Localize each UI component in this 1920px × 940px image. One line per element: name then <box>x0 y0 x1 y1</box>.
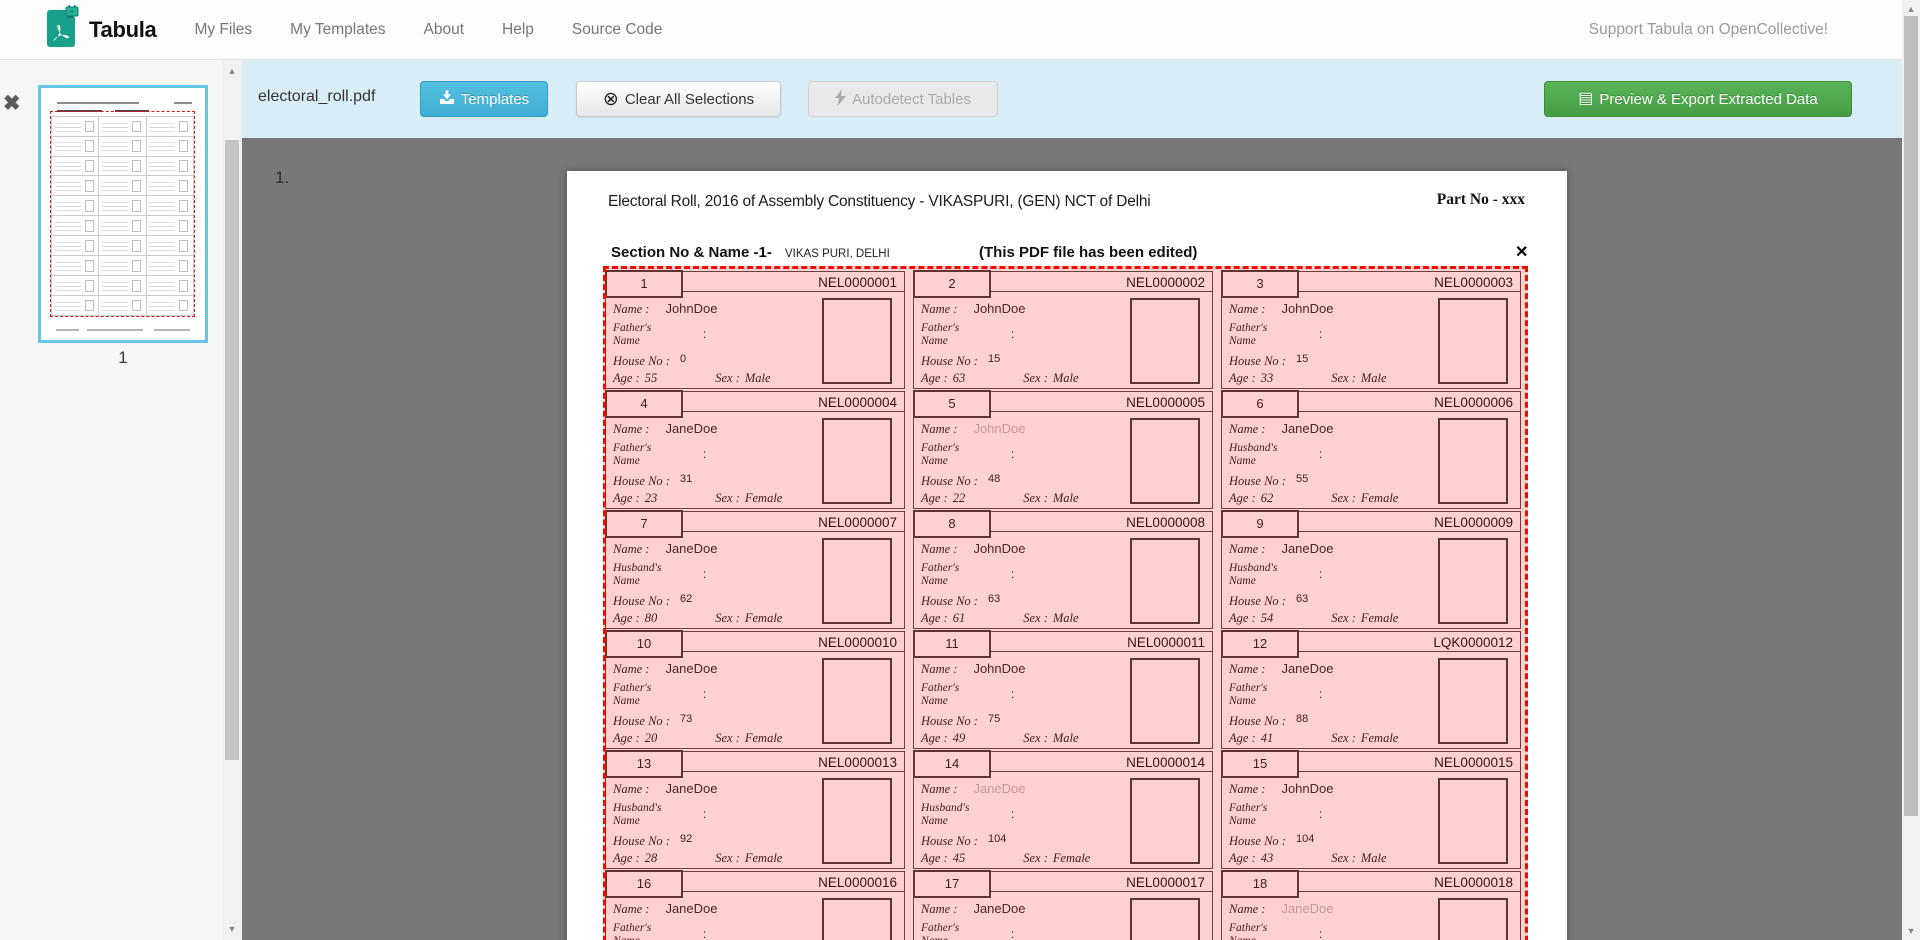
page-index-label: 1. <box>275 168 289 188</box>
templates-icon <box>439 90 455 109</box>
thumb-partno-bar <box>174 102 192 104</box>
remove-page-icon[interactable]: ✖ <box>3 93 21 114</box>
nav-links: My Files My Templates About Help Source … <box>194 21 662 39</box>
clear-all-selections-button[interactable]: ⊗ Clear All Selections <box>576 81 781 117</box>
scroll-down-arrow-icon[interactable]: ▼ <box>1902 926 1920 936</box>
toolbar: electoral_roll.pdf Templates ⊗ Clear All… <box>242 60 1902 138</box>
nav-item-my-templates[interactable]: My Templates <box>290 21 385 39</box>
page-thumbnail[interactable] <box>38 85 208 343</box>
templates-button[interactable]: Templates <box>420 81 548 117</box>
selection-delete-icon[interactable]: ✕ <box>1515 245 1528 261</box>
pdf-part-number: Part No - xxx <box>1437 191 1525 209</box>
pdf-workspace: 1. Electoral Roll, 2016 of Assembly Cons… <box>242 138 1902 940</box>
preview-export-button[interactable]: ▤ Preview & Export Extracted Data <box>1544 81 1852 117</box>
autodetect-tables-button-disabled[interactable]: Autodetect Tables <box>808 81 998 117</box>
document-filename: electoral_roll.pdf <box>258 88 375 106</box>
thumb-title-bar <box>57 102 139 104</box>
scroll-up-arrow-icon[interactable]: ▲ <box>222 66 242 76</box>
top-navbar: Tabula My Files My Templates About Help … <box>0 0 1920 60</box>
circle-x-icon: ⊗ <box>603 90 619 109</box>
clear-button-label: Clear All Selections <box>625 91 754 108</box>
pdf-title: Electoral Roll, 2016 of Assembly Constit… <box>608 193 1151 211</box>
thumb-footer-bar <box>154 329 190 331</box>
thumbnail-page-preview <box>41 88 205 340</box>
thumb-footer-bar <box>56 329 79 331</box>
export-button-label: Preview & Export Extracted Data <box>1599 91 1817 108</box>
edited-note: (This PDF file has been edited) <box>979 244 1197 261</box>
pdf-page-1[interactable]: Electoral Roll, 2016 of Assembly Constit… <box>567 171 1567 940</box>
thumbnail-selection-outline <box>50 111 195 316</box>
nav-item-about[interactable]: About <box>424 21 465 39</box>
page-scrollbar-thumb[interactable] <box>1904 16 1918 816</box>
tabula-app: Tabula My Files My Templates About Help … <box>0 0 1920 940</box>
nav-item-my-files[interactable]: My Files <box>194 21 252 39</box>
brand-name: Tabula <box>89 17 156 43</box>
page-thumbnail-sidebar: ✖ 1 ▲ ▼ <box>0 60 242 940</box>
nav-item-help[interactable]: Help <box>502 21 534 39</box>
brand[interactable]: Tabula <box>44 5 156 54</box>
section-name: VIKAS PURI, DELHI <box>785 248 890 260</box>
sidebar-scrollbar-thumb[interactable] <box>225 140 239 760</box>
scroll-down-arrow-icon[interactable]: ▼ <box>222 924 242 934</box>
page-scrollbar[interactable]: ▲ ▼ <box>1902 0 1920 940</box>
thumbnail-page-number: 1 <box>38 348 208 368</box>
section-header: Section No & Name -1- <box>611 244 772 261</box>
support-opencollective-link[interactable]: Support Tabula on OpenCollective! <box>1589 21 1828 39</box>
sidebar-scrollbar[interactable]: ▲ ▼ <box>222 60 242 940</box>
tabula-logo-icon <box>44 5 80 54</box>
nav-item-source-code[interactable]: Source Code <box>572 21 662 39</box>
thumb-footer-bar <box>87 329 143 331</box>
lightning-bolt-icon <box>835 89 846 110</box>
autodetect-button-label: Autodetect Tables <box>852 91 971 108</box>
table-list-icon: ▤ <box>1578 91 1593 107</box>
scroll-up-arrow-icon[interactable]: ▲ <box>1902 4 1920 14</box>
table-selection-overlay[interactable] <box>603 266 1528 940</box>
templates-button-label: Templates <box>461 91 529 108</box>
